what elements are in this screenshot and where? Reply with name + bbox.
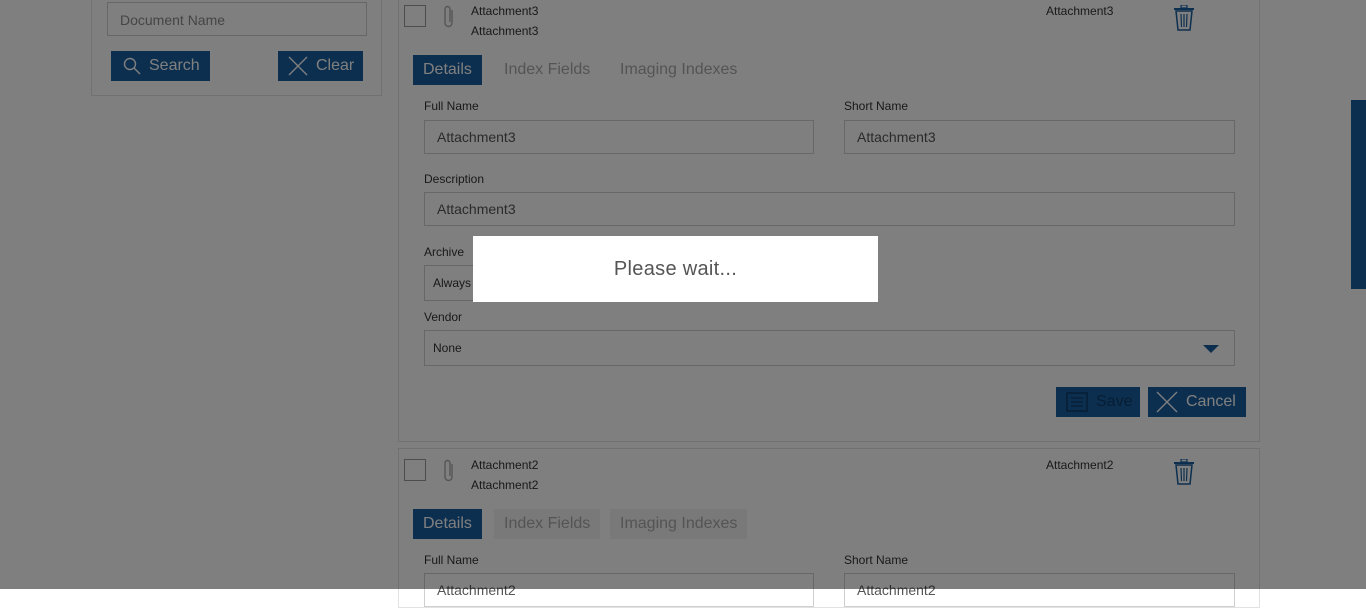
- please-wait-dialog: Please wait...: [473, 236, 878, 302]
- please-wait-message: Please wait...: [613, 257, 738, 280]
